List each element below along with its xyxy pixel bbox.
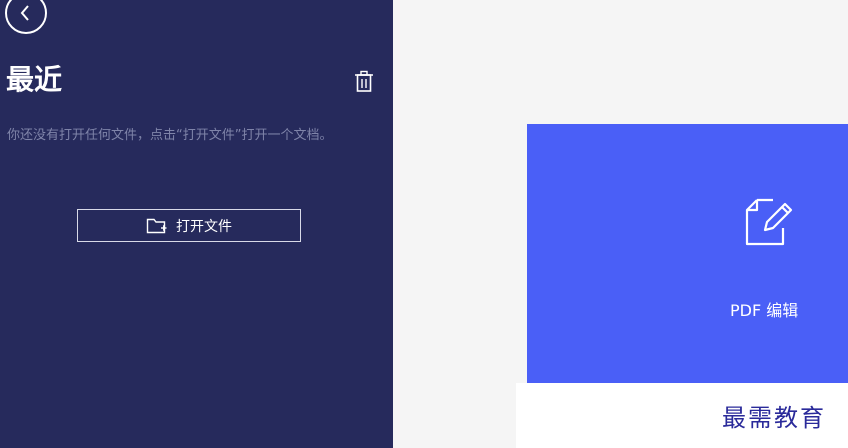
empty-recent-message: 你还没有打开任何文件，点击“打开文件”打开一个文档。 [7, 128, 333, 143]
open-file-button[interactable]: 打开文件 [77, 209, 301, 242]
edit-document-icon [743, 192, 795, 248]
page-title: 最近 [6, 63, 63, 96]
recent-sidebar: 最近 你还没有打开任何文件，点击“打开文件”打开一个文档。 打开文件 [0, 0, 393, 448]
open-file-label: 打开文件 [176, 217, 232, 234]
app-window: 最近 你还没有打开任何文件，点击“打开文件”打开一个文档。 打开文件 PDF 编… [0, 0, 848, 448]
clear-recent-button[interactable] [353, 70, 375, 94]
chevron-left-icon [20, 5, 29, 21]
folder-add-icon [146, 217, 168, 235]
trash-icon [355, 70, 373, 92]
watermark-text: 最需教育 [722, 404, 826, 432]
pdf-edit-card[interactable]: PDF 编辑 [527, 124, 848, 383]
pdf-edit-label: PDF 编辑 [730, 301, 799, 320]
back-button[interactable] [5, 0, 47, 34]
